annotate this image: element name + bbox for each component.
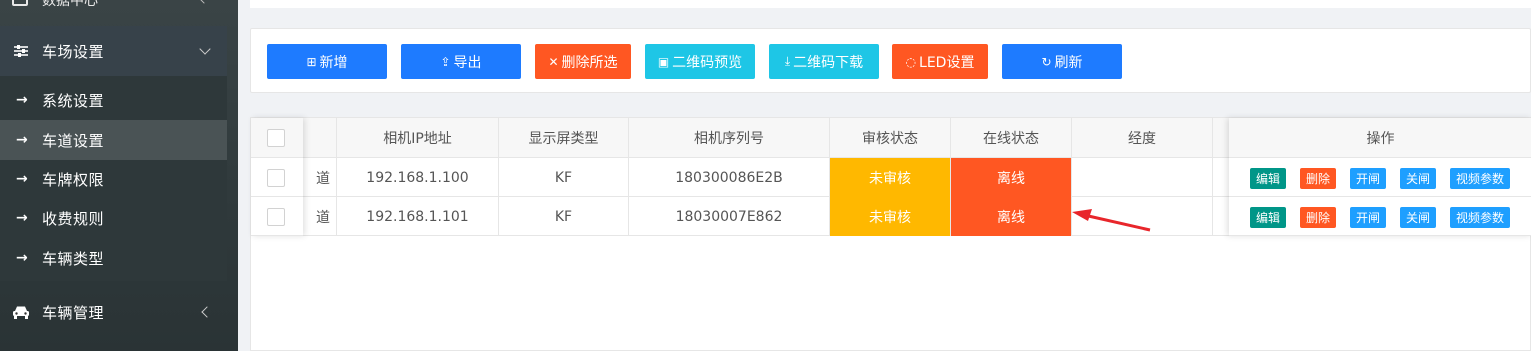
close-gate-button[interactable]: 关闸: [1400, 168, 1436, 189]
chevron-left-icon: [198, 0, 210, 4]
select-all-checkbox[interactable]: [267, 129, 285, 147]
sidebar-item-label: 系统设置: [42, 91, 105, 110]
delete-button[interactable]: 删除: [1300, 207, 1336, 228]
column-header-audit-status: 审核状态: [830, 118, 951, 157]
sidebar-item-vehicle-types[interactable]: → 车辆类型: [0, 238, 227, 278]
row-checkbox-cell: [251, 197, 303, 236]
sidebar-group-label: 车辆管理: [42, 303, 105, 322]
column-header-screen-type: 显示屏类型: [499, 118, 629, 157]
car-icon: [13, 306, 29, 319]
chat-icon: ◌: [905, 54, 917, 69]
sidebar-item-fee-rules[interactable]: → 收费规则: [0, 198, 227, 238]
annotation-arrow-icon: [1072, 209, 1151, 232]
arrow-right-icon: →: [16, 92, 28, 108]
refresh-button[interactable]: ↻ 刷新: [1002, 44, 1122, 79]
qrcode-download-button[interactable]: ⤓ 二维码下载: [769, 44, 879, 79]
camera-serial-cell: 18030007E862: [629, 197, 830, 236]
open-gate-button[interactable]: 开闸: [1350, 207, 1386, 228]
close-icon: ✕: [548, 54, 559, 69]
audit-status-cell: 未审核: [830, 197, 951, 236]
row-checkbox[interactable]: [267, 169, 285, 187]
delete-button[interactable]: 删除: [1300, 168, 1336, 189]
video-params-button[interactable]: 视频参数: [1450, 168, 1510, 189]
export-button[interactable]: ⇪ 导出: [401, 44, 521, 79]
sidebar-group-parking-settings[interactable]: 车场设置: [0, 26, 227, 76]
top-panel: [250, 0, 1531, 8]
button-label: 二维码下载: [793, 54, 864, 71]
sliders-icon: [14, 45, 28, 57]
screen-type-cell: KF: [499, 158, 629, 197]
audit-status-cell: 未审核: [830, 158, 951, 197]
camera-ip-cell: 192.168.1.100: [337, 158, 499, 197]
close-gate-button[interactable]: 关闸: [1400, 207, 1436, 228]
column-header-online-status: 在线状态: [951, 118, 1072, 157]
arrow-right-icon: →: [16, 171, 28, 187]
actions-row: 编辑 删除 开闸 关闸 视频参数: [1229, 197, 1531, 236]
online-status-cell: 离线: [951, 197, 1072, 236]
column-header-actions: 操作: [1229, 118, 1531, 158]
sidebar-item-label: 车牌权限: [42, 170, 105, 189]
fixed-actions-column: 操作 编辑 删除 开闸 关闸 视频参数 编辑 删除 开闸 关闸 视频参数: [1229, 118, 1531, 236]
row-checkbox[interactable]: [267, 208, 285, 226]
chevron-down-icon: [199, 43, 211, 55]
sidebar-item-label: 车辆类型: [42, 249, 105, 268]
online-status-cell: 离线: [951, 158, 1072, 197]
export-icon: ⇪: [440, 54, 451, 69]
delete-selected-button[interactable]: ✕ 删除所选: [535, 44, 631, 79]
lane-table: 相机IP地址 显示屏类型 相机序列号 审核状态 在线状态 经度 道 192.16…: [250, 117, 1531, 351]
sidebar-item-system-settings[interactable]: → 系统设置: [0, 80, 227, 120]
video-params-button[interactable]: 视频参数: [1450, 207, 1510, 228]
sidebar-item-label: 数据中心: [42, 0, 98, 9]
refresh-icon: ↻: [1041, 54, 1052, 69]
column-header-longitude: 经度: [1072, 118, 1213, 157]
button-label: 导出: [453, 54, 482, 71]
button-label: 刷新: [1054, 54, 1083, 71]
arrow-right-icon: →: [16, 132, 28, 148]
sidebar-item-plate-permission[interactable]: → 车牌权限: [0, 159, 227, 199]
camera-ip-cell: 192.168.1.101: [337, 197, 499, 236]
toolbar: ⊞ 新增 ⇪ 导出 ✕ 删除所选 ▣ 二维码预览 ⤓ 二维码下载 ◌ LED设置 ↻ 刷新: [250, 28, 1531, 93]
chevron-left-icon: [201, 306, 213, 318]
download-icon: ⤓: [784, 54, 791, 68]
sidebar-item-label: 车道设置: [42, 131, 105, 150]
add-icon: ⊞: [306, 54, 317, 69]
arrow-right-icon: →: [16, 210, 28, 226]
qrcode-preview-button[interactable]: ▣ 二维码预览: [645, 44, 755, 79]
screen-type-cell: KF: [499, 197, 629, 236]
fixed-checkbox-column: [251, 118, 303, 236]
open-gate-button[interactable]: 开闸: [1350, 168, 1386, 189]
sidebar-submenu: → 系统设置 → 车道设置 → 车牌权限 → 收费规则 → 车辆类型: [0, 76, 227, 281]
add-button[interactable]: ⊞ 新增: [267, 44, 387, 79]
column-header-camera-ip: 相机IP地址: [337, 118, 499, 157]
longitude-cell: [1072, 158, 1213, 197]
sidebar-group-vehicle-management[interactable]: 车辆管理: [0, 287, 227, 337]
column-header-camera-serial: 相机序列号: [629, 118, 830, 157]
image-icon: ▣: [657, 54, 670, 69]
actions-row: 编辑 删除 开闸 关闸 视频参数: [1229, 158, 1531, 197]
header-checkbox-cell: [251, 118, 303, 158]
edit-button[interactable]: 编辑: [1250, 207, 1286, 228]
edit-button[interactable]: 编辑: [1250, 168, 1286, 189]
button-label: 二维码预览: [672, 54, 743, 71]
arrow-right-icon: →: [16, 250, 28, 266]
sidebar-item-label: 收费规则: [42, 209, 105, 228]
grid-icon: [12, 0, 28, 6]
button-label: 新增: [319, 54, 348, 71]
sidebar-item-lane-settings[interactable]: → 车道设置: [0, 120, 227, 160]
sidebar-item-data-center[interactable]: 数据中心: [0, 0, 238, 10]
button-label: 删除所选: [561, 54, 618, 71]
led-settings-button[interactable]: ◌ LED设置: [892, 44, 988, 79]
sidebar: 数据中心 车场设置 → 系统设置 → 车道设置 → 车牌权限 → 收费规则 → …: [0, 0, 238, 351]
row-checkbox-cell: [251, 158, 303, 197]
camera-serial-cell: 180300086E2B: [629, 158, 830, 197]
button-label: LED设置: [919, 54, 975, 71]
sidebar-group-label: 车场设置: [42, 42, 105, 61]
